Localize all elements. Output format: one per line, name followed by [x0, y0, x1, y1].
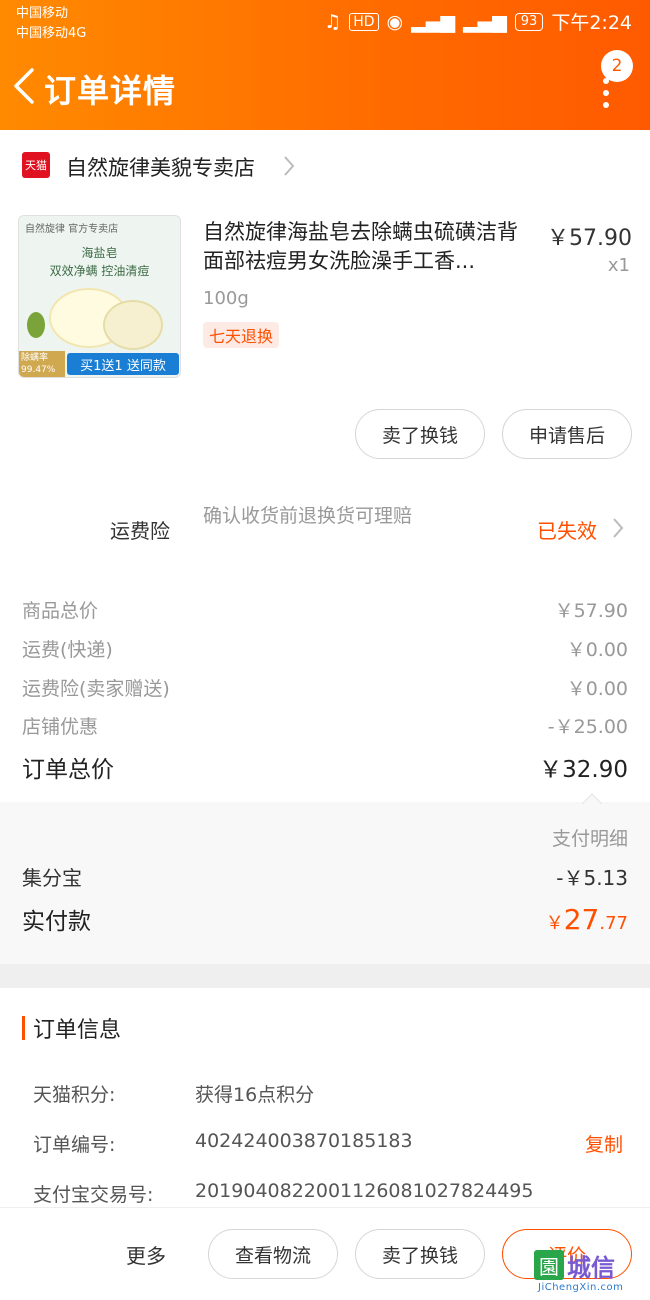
- more-menu-icon[interactable]: [596, 78, 616, 108]
- section-divider: [0, 964, 650, 988]
- back-arrow-icon[interactable]: [10, 66, 42, 106]
- olive-graphic: [27, 312, 45, 338]
- watermark-url: JiChengXin.com: [538, 1282, 624, 1293]
- product-spec: 100g: [203, 288, 249, 309]
- signal-icon: ▂▄▆: [411, 10, 455, 33]
- product-image-tag: 除螨率 99.47%: [19, 351, 65, 377]
- product-image-caption: 海盐皂 双效净螨 控油清痘: [49, 246, 150, 278]
- status-bar-right: ♫ HD ◉ ▂▄▆ ▂▄▆ 93 下午2:24: [324, 8, 632, 35]
- shop-row[interactable]: 天猫 自然旋律美貌专卖店: [0, 140, 650, 192]
- chevron-right-icon: [284, 156, 295, 176]
- header-bar: 中国移动 中国移动4G ♫ HD ◉ ▂▄▆ ▂▄▆ 93 下午2:24 订单详…: [0, 0, 650, 130]
- after-sale-button[interactable]: 申请售后: [502, 409, 632, 459]
- price-row-insurance: 运费险(卖家赠送) ￥0.00: [22, 678, 628, 700]
- section-accent-bar: [22, 1016, 25, 1040]
- price-row-discount: 店铺优惠 -￥25.00: [22, 716, 628, 738]
- product-image-promo: 买1送1 送同款: [67, 353, 179, 375]
- status-bar-left: 中国移动 中国移动4G: [16, 4, 86, 44]
- product-price: ￥57.90: [547, 226, 632, 251]
- page-title: 订单详情: [44, 72, 177, 110]
- order-info-title: 订单信息: [33, 1018, 122, 1043]
- signal-4g-icon: ▂▄▆: [462, 10, 507, 33]
- alipay-trade-label: 支付宝交易号:: [33, 1184, 154, 1206]
- sell-for-cash-button[interactable]: 卖了换钱: [355, 409, 485, 459]
- hd-icon: HD: [349, 12, 379, 31]
- notification-badge[interactable]: 2: [601, 50, 633, 82]
- caret-up-icon: [582, 793, 602, 804]
- sell-for-cash-button[interactable]: 卖了换钱: [355, 1229, 485, 1279]
- order-number-value: 402424003870185183: [195, 1130, 413, 1152]
- product-image[interactable]: 自然旋律 官方专卖店 海盐皂 双效净螨 控油清痘 除螨率 99.47% 买1送1…: [18, 215, 181, 378]
- order-total-value: ￥32.90: [539, 757, 628, 783]
- return-policy-badge: 七天退换: [203, 322, 280, 348]
- alipay-trade-value: 2019040822001126081027824495: [195, 1180, 534, 1202]
- product-title[interactable]: 自然旋律海盐皂去除螨虫硫磺洁背面部祛痘男女洗脸澡手工香...: [203, 218, 535, 276]
- site-watermark: 園 城信 JiChengXin.com: [534, 1250, 650, 1300]
- actual-paid-label: 实付款: [22, 909, 91, 935]
- tmall-points-value: 获得16点积分: [195, 1084, 315, 1106]
- soap-graphic: [103, 300, 163, 350]
- order-total-row: 订单总价 ￥32.90: [22, 750, 628, 784]
- order-number-label: 订单编号:: [33, 1134, 116, 1156]
- watermark-text: 城信: [567, 1254, 615, 1282]
- jifenbao-row: 集分宝 -￥5.13: [22, 862, 628, 891]
- shipping-insurance-desc: 确认收货前退换货可理赔: [203, 505, 413, 527]
- watermark-logo-icon: 園: [534, 1250, 564, 1280]
- more-actions-button[interactable]: 更多: [126, 1240, 166, 1269]
- product-image-brand: 自然旋律 官方专卖店: [25, 224, 119, 235]
- status-time: 下午2:24: [551, 12, 632, 34]
- shipping-insurance-status[interactable]: 已失效: [537, 515, 597, 544]
- shipping-insurance-label: 运费险: [110, 519, 170, 543]
- actual-paid-amount: ￥27.77: [545, 903, 628, 936]
- chevron-right-icon[interactable]: [612, 517, 624, 539]
- tmall-points-label: 天猫积分:: [33, 1084, 116, 1106]
- payment-detail-label: 支付明细: [551, 828, 628, 850]
- price-row-shipping: 运费(快递) ￥0.00: [22, 639, 628, 661]
- jifenbao-value: -￥5.13: [556, 866, 628, 890]
- price-row-subtotal: 商品总价 ￥57.90: [22, 600, 628, 622]
- carrier-primary: 中国移动: [16, 6, 69, 21]
- actual-paid-row: 实付款 ￥27.77: [22, 902, 628, 936]
- headphone-icon: ♫: [324, 10, 342, 33]
- battery-icon: 93: [514, 12, 544, 31]
- tmall-logo-icon: 天猫: [22, 152, 50, 178]
- shop-name[interactable]: 自然旋律美貌专卖店: [66, 152, 255, 182]
- carrier-secondary: 中国移动4G: [16, 26, 87, 41]
- eye-icon: ◉: [386, 10, 404, 33]
- view-logistics-button[interactable]: 查看物流: [208, 1229, 338, 1279]
- copy-order-number-button[interactable]: 复制: [585, 1130, 623, 1157]
- order-total-label: 订单总价: [22, 757, 114, 783]
- jifenbao-label: 集分宝: [22, 866, 82, 890]
- product-quantity: x1: [607, 255, 630, 276]
